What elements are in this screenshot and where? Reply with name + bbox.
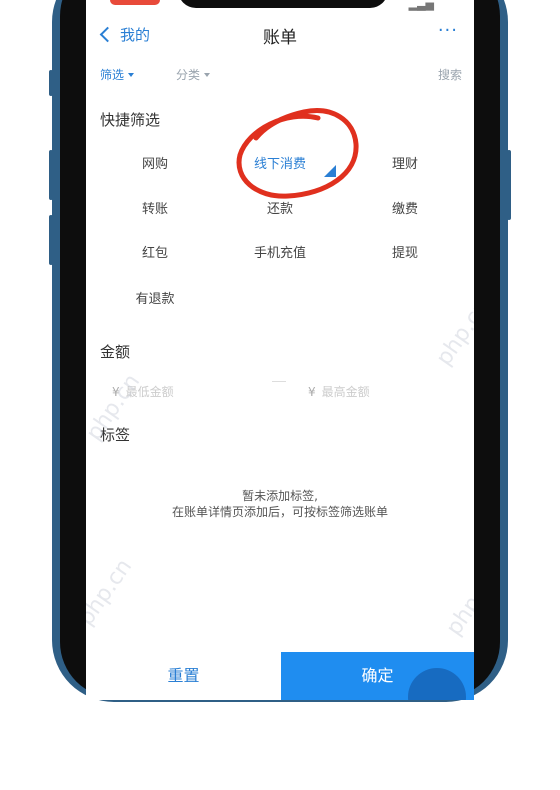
phone-side-button-left: [49, 150, 53, 200]
caret-down-icon: [128, 72, 135, 77]
min-amount-placeholder: 最低金额: [125, 385, 174, 399]
screen: ▂▃▅ 我的 账单 ··· 筛选 分类 搜索 快捷筛选 网购 线下消费 理财 转…: [86, 0, 474, 700]
search-label: 搜索: [437, 68, 462, 82]
nav-bar: 我的 账单 ···: [86, 18, 474, 52]
filter-label: 筛选: [100, 68, 125, 82]
phone-side-button-left: [49, 70, 53, 96]
watermark-text: php.cn: [431, 294, 474, 371]
max-amount-placeholder: 最高金额: [321, 385, 370, 399]
category-label: 分类: [176, 68, 201, 82]
quick-filter-option[interactable]: 理财: [392, 153, 418, 172]
tags-empty-line1: 暂未添加标签,: [242, 489, 318, 503]
quick-filter-option-selected[interactable]: 线下消费: [254, 153, 306, 172]
status-bar-indicator: [110, 0, 160, 5]
max-amount-field[interactable]: ¥ 最高金额: [308, 383, 438, 405]
search-button[interactable]: 搜索: [438, 66, 462, 83]
quick-filter-option[interactable]: 红包: [142, 242, 168, 261]
watermark-text: php.cn: [86, 554, 138, 631]
more-button[interactable]: ···: [438, 20, 458, 41]
range-separator: [272, 381, 286, 382]
quick-filter-option[interactable]: 有退款: [135, 288, 174, 307]
filter-bar: 筛选 分类 搜索: [86, 66, 474, 86]
selected-check-icon: [324, 165, 336, 177]
caret-down-icon: [204, 72, 211, 77]
phone-notch: [178, 0, 388, 8]
page-title: 账单: [263, 28, 297, 48]
phone-side-button-right: [507, 150, 511, 220]
quick-filter-option[interactable]: 手机充值: [254, 242, 306, 261]
phone-side-button-left: [49, 215, 53, 265]
tags-empty-line2: 在账单详情页添加后，可按标签筛选账单: [171, 505, 388, 519]
currency-symbol: ¥: [112, 385, 120, 399]
signal-icon: ▂▃▅: [408, 0, 434, 11]
quick-filter-option[interactable]: 网购: [142, 153, 168, 172]
category-dropdown[interactable]: 分类: [176, 66, 211, 83]
amount-title: 金额: [100, 343, 131, 361]
currency-symbol: ¥: [308, 385, 316, 399]
quick-filter-option[interactable]: 还款: [267, 198, 293, 217]
quick-filter-title: 快捷筛选: [100, 111, 161, 129]
quick-filter-option[interactable]: 缴费: [392, 198, 418, 217]
tags-title: 标签: [100, 426, 131, 444]
watermark-text: php.cn: [441, 564, 474, 641]
filter-dropdown[interactable]: 筛选: [100, 66, 135, 83]
reset-button[interactable]: 重置: [86, 652, 281, 700]
quick-filter-option[interactable]: 转账: [142, 198, 168, 217]
quick-filter-option[interactable]: 提现: [392, 242, 418, 261]
min-amount-field[interactable]: ¥ 最低金额: [112, 383, 242, 405]
